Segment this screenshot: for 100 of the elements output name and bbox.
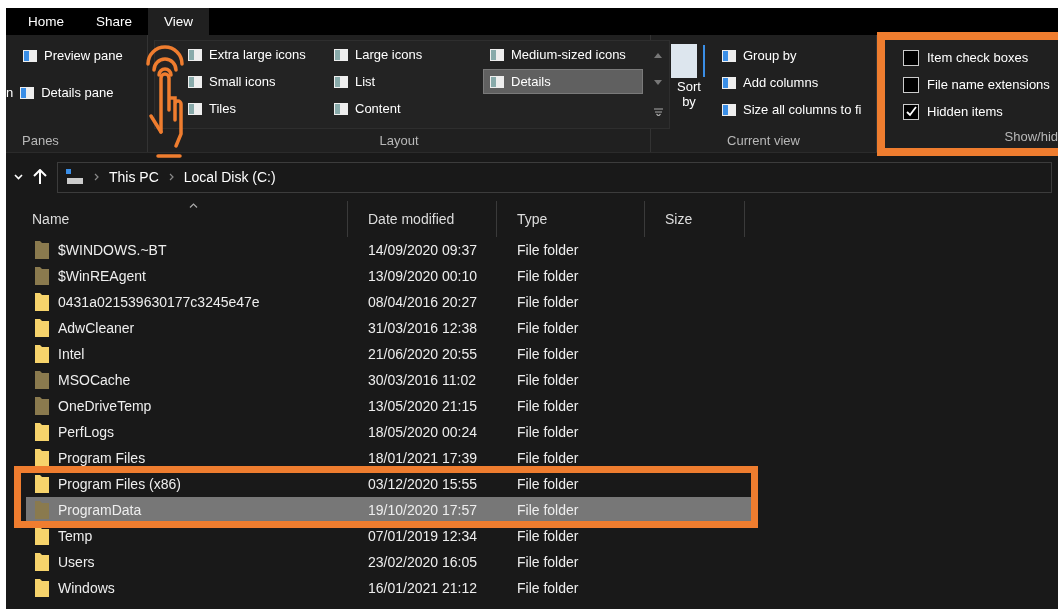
layout-option[interactable]: Extra large icons xyxy=(181,42,321,67)
file-row[interactable]: $WinREAgent 13/09/2020 00:10 File folder xyxy=(26,263,751,289)
folder-icon xyxy=(34,500,50,520)
checkbox[interactable] xyxy=(903,76,919,93)
view-icon xyxy=(489,73,505,90)
up-arrow-icon[interactable] xyxy=(33,169,47,185)
file-row[interactable]: Windows 16/01/2021 21:12 File folder xyxy=(26,575,751,601)
view-option-button[interactable]: Group by xyxy=(715,43,868,68)
file-row[interactable]: ProgramData 19/10/2020 17:57 File folder xyxy=(26,497,751,523)
column-icon xyxy=(721,101,737,118)
view-icon xyxy=(187,73,203,90)
ribbon-tab[interactable]: View xyxy=(148,8,210,35)
layout-option[interactable]: Medium-sized icons xyxy=(483,42,643,67)
chevron-right-icon[interactable] xyxy=(168,173,174,181)
chevron-icon[interactable] xyxy=(14,174,23,180)
checkbox-option[interactable]: File name extensions xyxy=(885,71,1058,98)
folder-icon xyxy=(34,266,50,286)
checkbox[interactable] xyxy=(903,49,919,66)
file-row[interactable]: MSOCache 30/03/2016 11:02 File folder xyxy=(26,367,751,393)
column-header[interactable]: Date modified xyxy=(348,201,497,237)
expand-icon[interactable] xyxy=(653,107,663,116)
file-row[interactable]: Program Files 18/01/2021 17:39 File folder xyxy=(26,445,751,471)
file-name: Temp xyxy=(26,526,360,546)
file-name: $WinREAgent xyxy=(26,266,360,286)
file-row[interactable]: Temp 07/01/2019 12:34 File folder xyxy=(26,523,751,549)
file-row[interactable]: PerfLogs 18/05/2020 00:24 File folder xyxy=(26,419,751,445)
sort-by-button[interactable]: Sort by xyxy=(669,43,709,128)
details-pane-button[interactable]: Details pane xyxy=(13,80,120,105)
layout-option[interactable]: Content xyxy=(327,96,477,121)
view-option-button[interactable]: Add columns xyxy=(715,70,868,95)
folder-icon xyxy=(34,240,50,260)
file-name: OneDriveTemp xyxy=(26,396,360,416)
view-option-button[interactable]: Size all columns to fi xyxy=(715,97,868,122)
file-name: Intel xyxy=(26,344,360,364)
folder-icon xyxy=(34,370,50,390)
file-name: MSOCache xyxy=(26,370,360,390)
chevron-right-icon[interactable] xyxy=(94,173,99,181)
date-cell-text: 07/01/2019 12:34 xyxy=(367,528,478,544)
date-cell-text: 13/05/2020 21:15 xyxy=(367,398,478,414)
date-cell-text: 18/05/2020 00:24 xyxy=(367,424,478,440)
column-header[interactable]: Type xyxy=(497,201,645,237)
type-cell-text: File folder xyxy=(516,372,580,388)
checkbox-option[interactable]: Hidden items xyxy=(885,98,1058,125)
pane-icon xyxy=(19,84,36,101)
column-header[interactable]: Size xyxy=(645,201,745,237)
folder-icon xyxy=(34,396,50,416)
breadcrumb[interactable]: This PC xyxy=(109,169,159,185)
scroll-down-icon[interactable] xyxy=(654,80,662,86)
folder-icon xyxy=(34,448,50,468)
ribbon-tab[interactable]: Home xyxy=(12,8,80,35)
folder-icon xyxy=(34,474,50,494)
folder-icon xyxy=(34,292,50,312)
file-row[interactable]: OneDriveTemp 13/05/2020 21:15 File folder xyxy=(26,393,751,419)
file-row[interactable]: Program Files (x86) 03/12/2020 15:55 File folder xyxy=(26,471,751,497)
column-icon xyxy=(721,74,737,91)
date-cell-text: 31/03/2016 12:38 xyxy=(367,320,478,336)
folder-icon xyxy=(34,344,50,364)
folder-icon xyxy=(34,422,50,442)
view-icon xyxy=(333,46,349,63)
type-cell-text: File folder xyxy=(516,346,580,362)
file-row[interactable]: Users 23/02/2020 16:05 File folder xyxy=(26,549,751,575)
checkbox[interactable] xyxy=(903,103,919,120)
type-cell-text: File folder xyxy=(516,242,580,258)
file-row[interactable]: 0431a021539630177c3245e47e 08/04/2016 20:27 File folder xyxy=(26,289,751,315)
ribbon-tab[interactable]: Share xyxy=(80,8,149,35)
view-icon xyxy=(187,100,203,117)
date-cell-text: 13/09/2020 00:10 xyxy=(367,268,478,284)
column-header[interactable]: Name xyxy=(14,201,348,237)
date-cell-text: 23/02/2020 16:05 xyxy=(367,554,478,570)
type-cell-text: File folder xyxy=(516,502,580,518)
file-name: Users xyxy=(26,552,360,572)
view-icon xyxy=(489,46,505,63)
type-cell-text: File folder xyxy=(516,268,580,284)
folder-icon xyxy=(34,318,50,338)
address-bar[interactable]: This PC Local Disk (C:) xyxy=(57,161,1052,193)
layout-option[interactable]: Small icons xyxy=(181,69,321,94)
pane-icon xyxy=(22,47,38,64)
type-cell-text: File folder xyxy=(516,476,580,492)
layout-option[interactable]: Tiles xyxy=(181,96,321,121)
date-cell-text: 21/06/2020 20:55 xyxy=(367,346,478,362)
file-name: Program Files xyxy=(26,448,360,468)
navigation-pane-label[interactable]: n xyxy=(6,85,14,100)
file-row[interactable]: $WINDOWS.~BT 14/09/2020 09:37 File folder xyxy=(26,237,751,263)
layout-option[interactable]: List xyxy=(327,69,477,94)
type-cell-text: File folder xyxy=(516,450,580,466)
layout-option[interactable]: Details xyxy=(483,69,643,94)
date-cell-text: 30/03/2016 11:02 xyxy=(367,372,477,388)
drive-icon xyxy=(66,169,84,185)
view-icon xyxy=(333,100,349,117)
group-label: Current view xyxy=(726,131,801,150)
breadcrumb[interactable]: Local Disk (C:) xyxy=(183,169,276,185)
file-name: PerfLogs xyxy=(26,422,360,442)
checkbox-option[interactable]: Item check boxes xyxy=(885,44,1058,71)
date-cell-text: 08/04/2016 20:27 xyxy=(367,294,478,310)
layout-option[interactable]: Large icons xyxy=(327,42,477,67)
scroll-up-icon[interactable] xyxy=(654,53,662,59)
preview-pane-button[interactable]: Preview pane xyxy=(16,43,147,68)
file-row[interactable]: AdwCleaner 31/03/2016 12:38 File folder xyxy=(26,315,751,341)
view-icon xyxy=(333,73,349,90)
file-row[interactable]: Intel 21/06/2020 20:55 File folder xyxy=(26,341,751,367)
